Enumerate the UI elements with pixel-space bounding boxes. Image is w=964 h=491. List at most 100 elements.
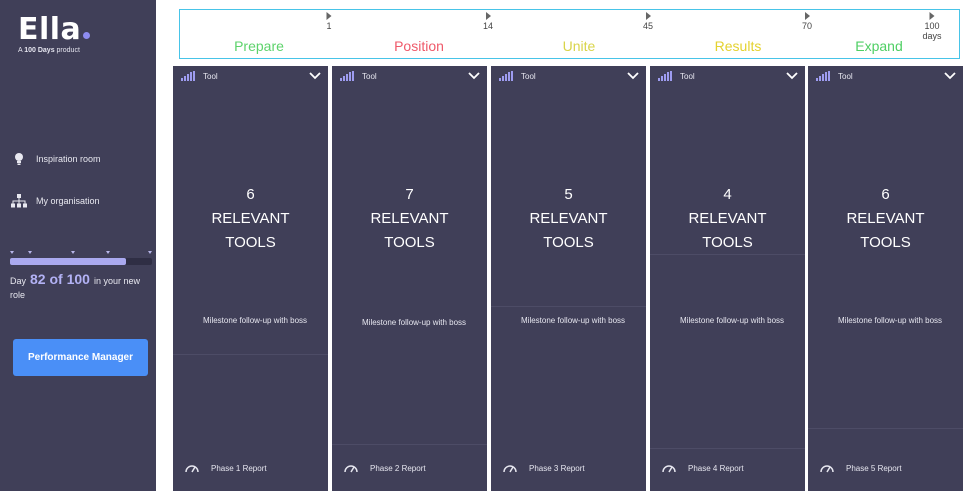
tool-label: Tool bbox=[838, 71, 853, 81]
milestone-item[interactable]: Milestone follow-up with boss bbox=[838, 315, 953, 327]
chevron-down-icon[interactable] bbox=[785, 69, 799, 83]
timeline-marker-label: 45 bbox=[642, 21, 654, 31]
ella-logo[interactable]: Ella bbox=[18, 12, 91, 47]
phase-report-link[interactable]: Phase 4 Report bbox=[662, 463, 744, 473]
gauge-icon bbox=[185, 465, 199, 473]
phase-column-3: Tool 5 RELEVANT TOOLS Milestone follow-up … bbox=[491, 66, 646, 491]
relevant-label: RELEVANT bbox=[370, 210, 449, 227]
signal-bars-icon bbox=[658, 71, 672, 81]
nav-my-organisation-label: My organisation bbox=[36, 196, 100, 206]
phase-report-link[interactable]: Phase 5 Report bbox=[820, 463, 902, 473]
phase-report-link[interactable]: Phase 2 Report bbox=[344, 463, 426, 473]
day-progress-bar bbox=[10, 258, 152, 265]
phase-report-label: Phase 5 Report bbox=[846, 463, 902, 473]
divider bbox=[650, 448, 805, 449]
tool-label: Tool bbox=[521, 71, 536, 81]
milestone-item[interactable]: Milestone follow-up with boss bbox=[203, 315, 318, 327]
milestone-item[interactable]: Milestone follow-up with boss bbox=[680, 315, 795, 327]
tagline-suffix: product bbox=[54, 47, 80, 54]
day-counter: Day 82 of 100 in your new role bbox=[10, 272, 152, 302]
tools-label: TOOLS bbox=[702, 234, 753, 251]
timeline-marker-label: 100 days bbox=[922, 21, 942, 41]
timeline-marker-label: 1 bbox=[326, 21, 332, 31]
timeline-marker: 100 days bbox=[919, 10, 946, 41]
marker-arrow-icon bbox=[326, 12, 332, 20]
relevant-label: RELEVANT bbox=[688, 210, 767, 227]
phase-report-label: Phase 4 Report bbox=[688, 463, 744, 473]
tools-count: 4 bbox=[723, 186, 732, 203]
nav-inspiration-room[interactable]: Inspiration room bbox=[10, 150, 101, 168]
chevron-down-icon[interactable] bbox=[626, 69, 640, 83]
performance-manager-button[interactable]: Performance Manager bbox=[13, 339, 148, 376]
divider bbox=[332, 444, 487, 445]
gauge-icon bbox=[344, 465, 358, 473]
timeline-marker-label: 70 bbox=[801, 21, 813, 31]
phase-report-label: Phase 2 Report bbox=[370, 463, 426, 473]
phase-report-link[interactable]: Phase 1 Report bbox=[185, 463, 267, 473]
marker-arrow-icon bbox=[929, 12, 935, 20]
milestone-item[interactable]: Milestone follow-up with boss bbox=[521, 315, 636, 327]
tool-label: Tool bbox=[680, 71, 695, 81]
progress-tick bbox=[148, 251, 152, 254]
marker-arrow-icon bbox=[645, 12, 651, 20]
day-progress-fill bbox=[10, 258, 127, 265]
phase-report-link[interactable]: Phase 3 Report bbox=[503, 463, 585, 473]
timeline-marker: 1 bbox=[326, 10, 332, 31]
phase-label-prepare[interactable]: Prepare bbox=[234, 38, 284, 54]
relevant-label: RELEVANT bbox=[846, 210, 925, 227]
tool-header[interactable]: Tool bbox=[340, 71, 483, 81]
day-prefix: Day bbox=[10, 276, 27, 286]
divider bbox=[808, 428, 963, 429]
tool-header[interactable]: Tool bbox=[181, 71, 324, 81]
relevant-tools-count: 6 RELEVANT TOOLS bbox=[173, 183, 328, 255]
phase-label-unite[interactable]: Unite bbox=[563, 38, 596, 54]
lightbulb-icon bbox=[10, 150, 28, 168]
phase-label-expand[interactable]: Expand bbox=[855, 38, 902, 54]
relevant-tools-count: 6 RELEVANT TOOLS bbox=[808, 183, 963, 255]
logo-dot-icon bbox=[83, 32, 91, 39]
tools-count: 5 bbox=[564, 186, 573, 203]
chevron-down-icon[interactable] bbox=[308, 69, 322, 83]
signal-bars-icon bbox=[340, 71, 354, 81]
phase-column-1: Tool 6 RELEVANT TOOLS Milestone follow-up … bbox=[173, 66, 328, 491]
tools-label: TOOLS bbox=[225, 234, 276, 251]
tool-header[interactable]: Tool bbox=[816, 71, 959, 81]
tagline-bold: 100 Days bbox=[24, 47, 55, 54]
tools-count: 6 bbox=[881, 186, 890, 203]
org-chart-icon bbox=[10, 192, 28, 210]
tool-header[interactable]: Tool bbox=[658, 71, 801, 81]
phase-column-2: Tool 7 RELEVANT TOOLS Milestone follow-up … bbox=[332, 66, 487, 491]
progress-tick bbox=[28, 251, 32, 254]
phase-report-label: Phase 3 Report bbox=[529, 463, 585, 473]
timeline-marker: 70 bbox=[802, 10, 812, 31]
tools-count: 7 bbox=[405, 186, 414, 203]
chevron-down-icon[interactable] bbox=[467, 69, 481, 83]
divider bbox=[650, 254, 805, 255]
tools-count: 6 bbox=[246, 186, 255, 203]
relevant-tools-count: 5 RELEVANT TOOLS bbox=[491, 183, 646, 255]
gauge-icon bbox=[820, 465, 834, 473]
milestone-item[interactable]: Milestone follow-up with boss bbox=[362, 317, 477, 329]
phase-label-position[interactable]: Position bbox=[394, 38, 444, 54]
marker-arrow-icon bbox=[804, 12, 810, 20]
phase-column-5: Tool 6 RELEVANT TOOLS Milestone follow-up … bbox=[808, 66, 963, 491]
nav-my-organisation[interactable]: My organisation bbox=[10, 192, 100, 210]
signal-bars-icon bbox=[181, 71, 195, 81]
gauge-icon bbox=[503, 465, 517, 473]
phase-timeline: 1 14 45 70 100 days Prepare Position Uni… bbox=[179, 9, 960, 59]
phase-label-results[interactable]: Results bbox=[715, 38, 762, 54]
tool-header[interactable]: Tool bbox=[499, 71, 642, 81]
timeline-marker: 45 bbox=[643, 10, 653, 31]
divider bbox=[173, 354, 328, 355]
day-value: 82 of 100 bbox=[30, 271, 90, 287]
tagline: A 100 Days product bbox=[18, 47, 80, 54]
tools-label: TOOLS bbox=[543, 234, 594, 251]
sidebar: Ella A 100 Days product Inspiration room… bbox=[0, 0, 156, 491]
chevron-down-icon[interactable] bbox=[943, 69, 957, 83]
logo-text: Ella bbox=[18, 12, 82, 47]
tool-label: Tool bbox=[362, 71, 377, 81]
tools-label: TOOLS bbox=[860, 234, 911, 251]
timeline-marker: 14 bbox=[483, 10, 493, 31]
progress-tick bbox=[10, 251, 14, 254]
progress-tick bbox=[71, 251, 75, 254]
